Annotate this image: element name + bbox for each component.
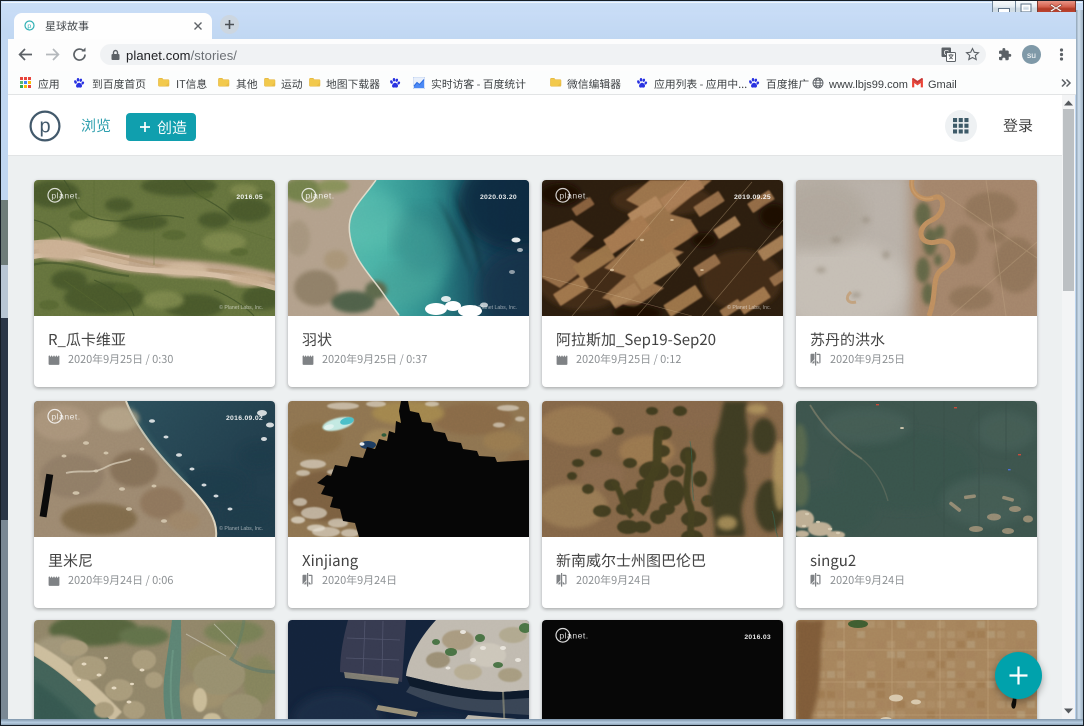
svg-text:2019.09.25: 2019.09.25: [734, 194, 771, 201]
svg-text:p: p: [40, 116, 51, 138]
svg-text:planet.: planet.: [559, 631, 588, 641]
svg-text:2016.05: 2016.05: [236, 194, 263, 201]
svg-text:planet.: planet.: [51, 191, 80, 201]
svg-text:© Planet Labs, Inc.: © Planet Labs, Inc.: [473, 304, 517, 311]
svg-text:planet.: planet.: [51, 412, 80, 422]
svg-text:2016.09.02: 2016.09.02: [226, 415, 263, 422]
svg-text:p: p: [27, 23, 31, 30]
svg-text:planet.: planet.: [305, 191, 334, 201]
svg-text:© Planet Labs, Inc.: © Planet Labs, Inc.: [727, 304, 771, 311]
svg-text:planet.: planet.: [559, 191, 588, 201]
svg-text:© Planet Labs, Inc.: © Planet Labs, Inc.: [219, 304, 263, 311]
svg-text:© Planet Labs, Inc.: © Planet Labs, Inc.: [219, 525, 263, 532]
svg-text:2020.03.20: 2020.03.20: [480, 194, 517, 201]
svg-text:2016.03: 2016.03: [744, 634, 771, 641]
